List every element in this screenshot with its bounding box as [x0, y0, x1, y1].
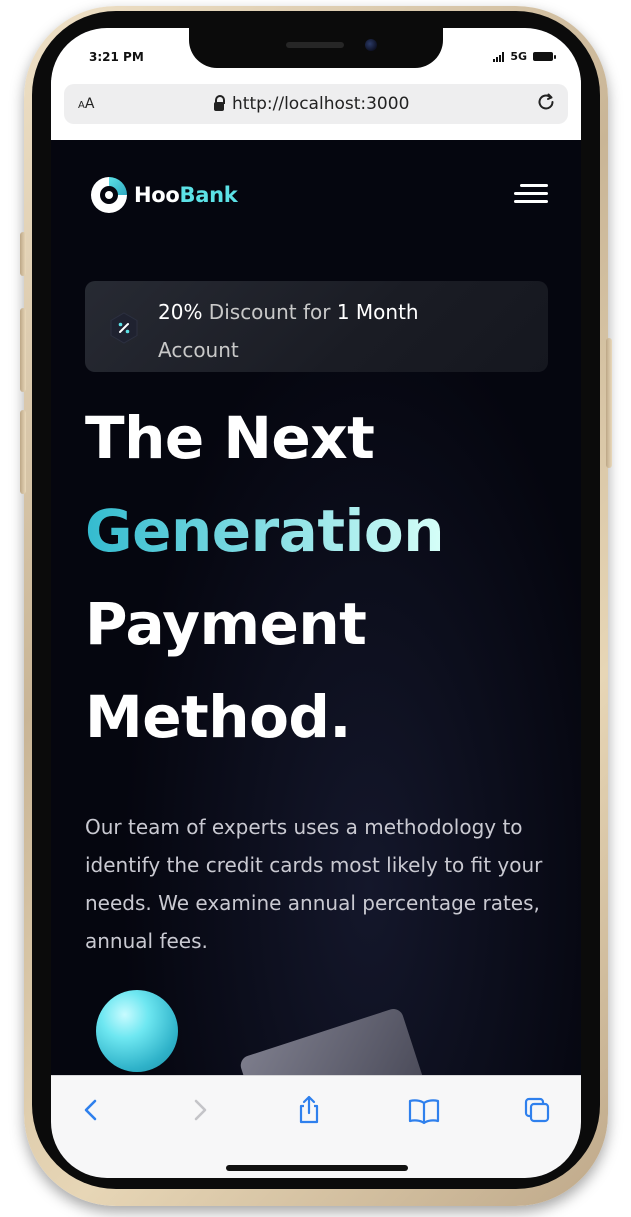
hoobank-logo[interactable]: HooBank: [88, 174, 238, 216]
discount-text: 20% Discount for 1 Month Account: [158, 300, 419, 362]
speaker-grille: [286, 42, 344, 48]
home-indicator: [226, 1165, 408, 1171]
logo-text: HooBank: [134, 183, 238, 207]
front-camera: [365, 39, 377, 51]
web-page: HooBank 20% Discount for 1 Month Account …: [51, 140, 581, 1075]
browser-toolbar: [51, 1075, 581, 1178]
credit-card-image: [238, 1006, 434, 1075]
text-size-button[interactable]: AA: [78, 96, 94, 112]
forward-icon[interactable]: [183, 1094, 215, 1126]
tabs-icon[interactable]: [521, 1094, 553, 1126]
bookmarks-icon[interactable]: [406, 1094, 442, 1126]
volume-up-button: [20, 308, 26, 392]
hero-description: Our team of experts uses a methodology t…: [85, 815, 543, 953]
discount-banner: 20% Discount for 1 Month Account: [85, 281, 548, 372]
power-button: [606, 338, 612, 468]
headline-line-2: Generation: [85, 497, 445, 565]
status-time: 3:21 PM: [89, 50, 144, 64]
discount-icon: [110, 312, 138, 344]
browser-address-area: AA http://localhost:3000: [51, 80, 581, 140]
hamburger-menu-icon[interactable]: [514, 184, 548, 204]
hero-headline: The Next Generation Payment Method.: [85, 392, 445, 764]
network-label: 5G: [510, 50, 527, 63]
back-icon[interactable]: [76, 1094, 108, 1126]
status-indicators: 5G: [493, 50, 556, 63]
battery-icon: [533, 52, 556, 61]
share-icon[interactable]: [293, 1094, 325, 1126]
headline-line-1: The Next: [85, 404, 375, 472]
notch: [189, 28, 443, 68]
reload-icon[interactable]: [534, 90, 558, 114]
volume-down-button: [20, 410, 26, 494]
signal-icon: [493, 51, 505, 62]
headline-line-4: Method.: [85, 683, 351, 751]
decorative-sphere: [96, 990, 178, 1072]
url-display[interactable]: http://localhost:3000: [214, 94, 409, 114]
address-bar[interactable]: AA http://localhost:3000: [64, 84, 568, 124]
phone-screen: 3:21 PM 5G AA http://localhost:3000 HooB…: [51, 28, 581, 1178]
mute-switch: [20, 232, 26, 276]
headline-line-3: Payment: [85, 590, 367, 658]
url-text: http://localhost:3000: [232, 94, 410, 114]
logo-icon: [91, 177, 127, 213]
lock-icon: [214, 95, 225, 111]
